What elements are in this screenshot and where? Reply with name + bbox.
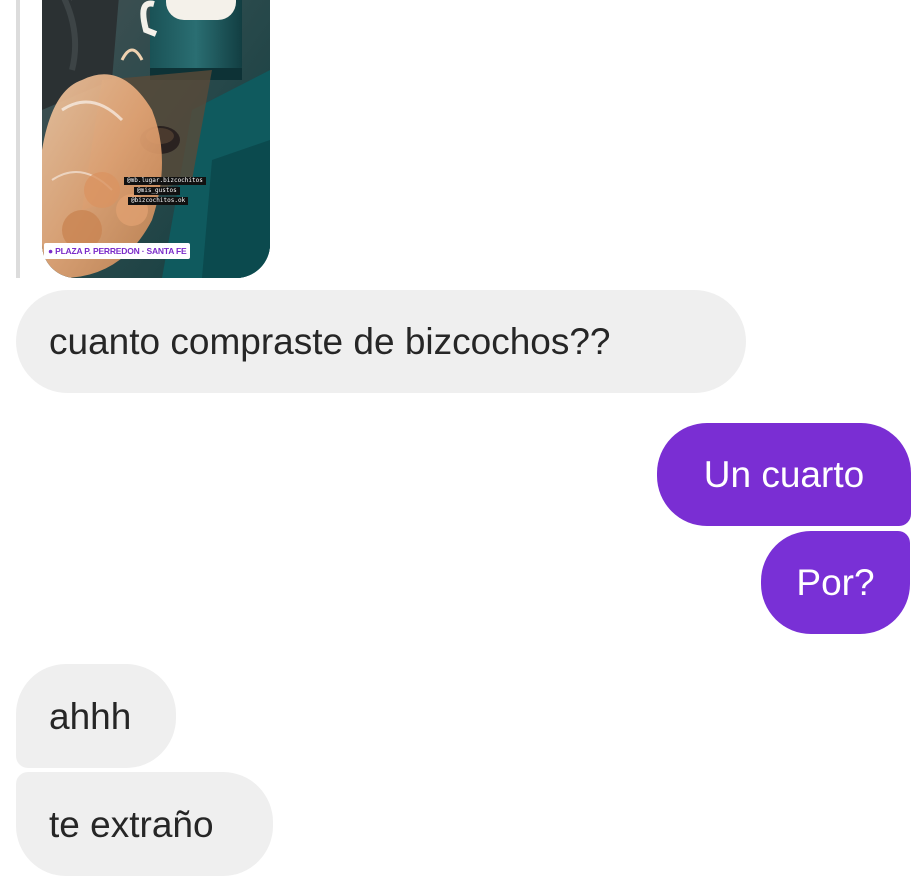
story-photo xyxy=(42,0,270,278)
received-message[interactable]: cuanto compraste de bizcochos?? xyxy=(16,290,746,393)
story-reply-indicator xyxy=(16,0,20,278)
story-mention-sticker: @mb.lugar.bizcochitos xyxy=(124,177,206,185)
message-text: ahhh xyxy=(49,695,132,737)
sent-message[interactable]: Un cuarto xyxy=(657,423,911,526)
story-reply-thumbnail[interactable] xyxy=(42,0,270,278)
received-message[interactable]: te extraño xyxy=(16,772,273,876)
message-text: te extraño xyxy=(49,803,214,845)
location-sticker: ● PLAZA P. PERREDON · SANTA FE xyxy=(44,243,191,259)
sent-message[interactable]: Por? xyxy=(761,531,910,634)
received-message[interactable]: ahhh xyxy=(16,664,176,768)
story-mention-sticker: @mis_gustos xyxy=(134,187,180,195)
message-text: Un cuarto xyxy=(703,454,865,495)
story-mention-sticker: @bizcochitos.ok xyxy=(128,197,189,205)
message-text: cuanto compraste de bizcochos?? xyxy=(49,321,611,362)
message-text: Por? xyxy=(796,562,875,603)
